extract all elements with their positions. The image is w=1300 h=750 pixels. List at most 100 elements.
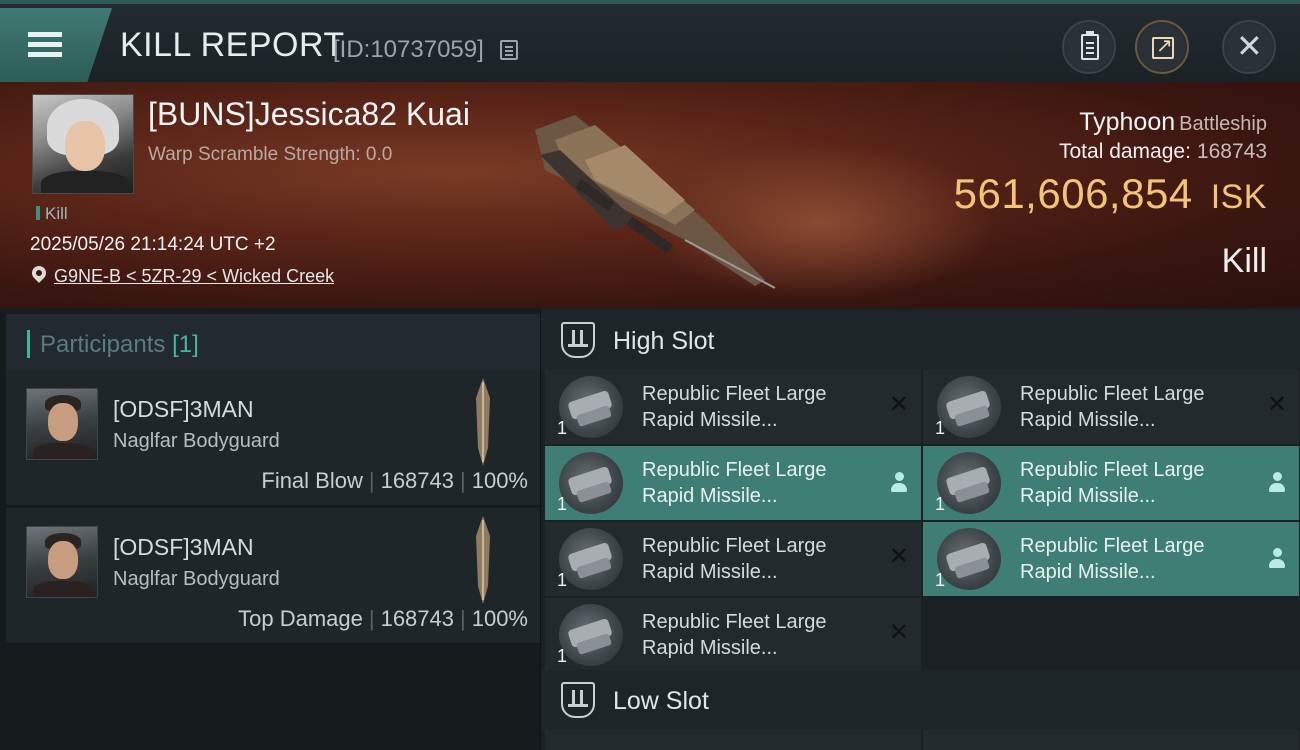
module-qty: 1 xyxy=(935,570,946,590)
share-button[interactable] xyxy=(1135,20,1189,74)
victim-portrait[interactable] xyxy=(32,94,134,194)
clipboard-button[interactable] xyxy=(1062,20,1116,74)
module-name-line1: Republic Fleet Large xyxy=(1020,535,1205,557)
person-icon xyxy=(1269,472,1285,492)
participant-ship: Naglfar Bodyguard xyxy=(113,568,280,590)
module-name-line1: Republic Fleet Large xyxy=(642,459,827,481)
missile-launcher-icon xyxy=(937,376,1001,438)
module-qty: 1 xyxy=(557,646,568,666)
victim-ship-type: Typhoon Battleship xyxy=(1079,108,1267,137)
isk-value: 561,606,854 ISK xyxy=(954,170,1267,218)
portrait-face xyxy=(48,541,78,579)
participant-portrait[interactable] xyxy=(26,388,98,460)
module-name-line2: Rapid Missile... xyxy=(642,561,778,583)
module-item[interactable]: 1 Republic Fleet Large Rapid Missile... xyxy=(923,522,1299,596)
module-qty: 1 xyxy=(557,418,568,438)
low-slot-header: Low Slot xyxy=(541,670,1300,730)
result-label: Kill xyxy=(1221,242,1267,280)
participant-role: Final Blow xyxy=(261,468,363,493)
destroyed-icon: ✕ xyxy=(888,390,909,418)
portrait-body xyxy=(41,171,129,193)
missile-launcher-icon xyxy=(559,376,623,438)
participant-name: [ODSF]3MAN xyxy=(113,396,254,422)
participant-portrait[interactable] xyxy=(26,526,98,598)
copy-icon[interactable] xyxy=(500,40,518,60)
participant-name: [ODSF]3MAN xyxy=(113,534,254,560)
destroyed-icon: ✕ xyxy=(1266,390,1287,418)
module-qty: 1 xyxy=(935,494,946,514)
victim-ship-image[interactable] xyxy=(515,100,785,290)
participants-label: Participants xyxy=(40,331,166,358)
module-qty: 1 xyxy=(557,494,568,514)
missile-launcher-icon xyxy=(937,528,1001,590)
isk-amount: 561,606,854 xyxy=(953,170,1193,217)
module-name: Republic Fleet Large Rapid Missile... xyxy=(642,457,872,509)
participant-ship-image xyxy=(476,516,490,604)
portrait-body xyxy=(33,581,93,597)
kill-datetime: 2025/05/26 21:14:24 UTC +2 xyxy=(30,234,276,255)
module-item-partial[interactable] xyxy=(923,730,1299,750)
victim-name[interactable]: [BUNS]Jessica82 Kuai xyxy=(148,96,470,133)
high-slot-header: High Slot xyxy=(541,310,1300,370)
module-name: Republic Fleet Large Rapid Missile... xyxy=(1020,381,1250,433)
location-link[interactable]: G9NE-B < 5ZR-29 < Wicked Creek xyxy=(54,266,334,287)
missile-launcher-icon xyxy=(937,452,1001,514)
participant-ship: Naglfar Bodyguard xyxy=(113,430,280,452)
module-item[interactable]: 1 Republic Fleet Large Rapid Missile... xyxy=(923,446,1299,520)
participant-stats: Final Blow | 168743 | 100% xyxy=(261,468,528,494)
module-item[interactable]: 1 Republic Fleet Large Rapid Missile... ✕ xyxy=(545,370,921,444)
module-item[interactable]: 1 Republic Fleet Large Rapid Missile... ✕ xyxy=(545,522,921,596)
separator: | xyxy=(368,468,375,493)
module-item[interactable]: 1 Republic Fleet Large Rapid Missile... ✕ xyxy=(923,370,1299,444)
module-qty: 1 xyxy=(557,570,568,590)
clipboard-icon xyxy=(1081,31,1099,60)
portrait-body xyxy=(33,443,93,459)
share-icon xyxy=(1152,33,1174,59)
module-name-line1: Republic Fleet Large xyxy=(642,535,827,557)
ship-class: Battleship xyxy=(1179,113,1267,135)
high-slot-title: High Slot xyxy=(613,327,715,355)
separator: | xyxy=(460,606,466,631)
missile-launcher-icon xyxy=(559,452,623,514)
module-item[interactable]: 1 Republic Fleet Large Rapid Missile... xyxy=(545,446,921,520)
destroyed-icon: ✕ xyxy=(888,542,909,570)
participants-header[interactable]: Participants [1] xyxy=(6,314,540,372)
participant-percent: 100% xyxy=(471,468,528,493)
total-damage: Total damage: 168743 xyxy=(1059,140,1267,164)
title-bar: KILL REPORT [ID:10737059] ✕ xyxy=(0,0,1300,82)
participants-count: [1] xyxy=(172,331,199,358)
low-slot-icon xyxy=(561,682,595,718)
close-button[interactable]: ✕ xyxy=(1222,20,1276,74)
module-qty: 1 xyxy=(935,418,946,438)
module-item-partial[interactable] xyxy=(545,730,921,750)
participant-row[interactable]: [ODSF]3MAN Naglfar Bodyguard Top Damage |… xyxy=(6,508,540,644)
participants-title: Participants [1] xyxy=(40,331,199,359)
module-item[interactable]: 1 Republic Fleet Large Rapid Missile... ✕ xyxy=(545,598,921,672)
participant-row[interactable]: [ODSF]3MAN Naglfar Bodyguard Final Blow |… xyxy=(6,370,540,506)
total-damage-value: 168743 xyxy=(1196,140,1267,163)
close-icon: ✕ xyxy=(1236,27,1263,65)
module-name-line1: Republic Fleet Large xyxy=(1020,459,1205,481)
ship-name: Typhoon xyxy=(1079,108,1176,136)
module-name-line1: Republic Fleet Large xyxy=(1020,383,1205,405)
participant-percent: 100% xyxy=(471,606,528,631)
menu-icon-bar xyxy=(28,42,62,47)
module-name-line1: Republic Fleet Large xyxy=(642,611,827,633)
module-name-line2: Rapid Missile... xyxy=(642,637,778,659)
low-slot-title: Low Slot xyxy=(613,687,709,715)
destroyed-icon: ✕ xyxy=(888,618,909,646)
module-name-line2: Rapid Missile... xyxy=(1020,561,1156,583)
participants-accent-bar xyxy=(27,330,30,358)
menu-button[interactable] xyxy=(0,8,112,82)
person-icon xyxy=(1269,548,1285,568)
portrait-face xyxy=(65,121,105,171)
victim-summary: [BUNS]Jessica82 Kuai Warp Scramble Stren… xyxy=(0,82,1300,308)
missile-launcher-icon xyxy=(559,604,623,666)
isk-unit: ISK xyxy=(1210,178,1267,216)
missile-launcher-icon xyxy=(559,528,623,590)
participant-role: Top Damage xyxy=(238,606,363,631)
separator: | xyxy=(368,606,375,631)
module-name: Republic Fleet Large Rapid Missile... xyxy=(642,609,872,661)
report-id: [ID:10737059] xyxy=(333,36,484,63)
participant-damage: 168743 xyxy=(380,468,454,493)
